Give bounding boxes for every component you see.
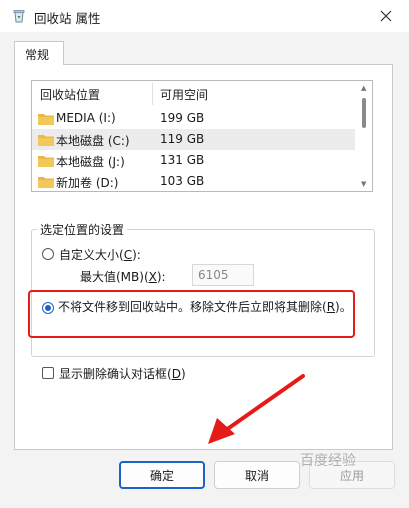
vertical-scrollbar[interactable]: [362, 98, 366, 128]
close-button[interactable]: [366, 2, 406, 30]
drive-name: MEDIA (I:): [56, 111, 116, 125]
recycle-bin-icon: [12, 9, 26, 23]
close-icon: [380, 10, 392, 22]
list-item[interactable]: 本地磁盘 (J:) 131 GB: [32, 150, 355, 171]
folder-icon: [38, 114, 54, 125]
drive-space: 119 GB: [160, 132, 205, 146]
folder-icon: [38, 135, 54, 146]
ok-button[interactable]: 确定: [119, 461, 205, 489]
window-title: 回收站 属性: [34, 11, 101, 26]
recycle-location-list[interactable]: 回收站位置 可用空间 MEDIA (I:) 199 GB 本地磁盘 (C:) 1…: [31, 80, 373, 192]
column-header-space[interactable]: 可用空间: [160, 81, 208, 108]
folder-icon: [38, 156, 54, 167]
custom-size-label[interactable]: 自定义大小(C):: [59, 246, 141, 263]
cancel-button[interactable]: 取消: [214, 461, 300, 489]
column-header-location[interactable]: 回收站位置: [40, 81, 100, 108]
tab-general[interactable]: 常规: [14, 41, 64, 65]
drive-name: 本地磁盘 (J:): [56, 155, 125, 169]
list-item[interactable]: MEDIA (I:) 199 GB: [32, 108, 355, 129]
max-size-label: 最大值(MB)(X):: [80, 270, 166, 284]
list-item[interactable]: 新加卷 (D:) 103 GB: [32, 171, 355, 191]
annotation-highlight-box: [28, 290, 355, 338]
settings-group-label: 选定位置的设置: [37, 221, 128, 238]
confirm-delete-label[interactable]: 显示删除确认对话框(D): [59, 365, 186, 382]
confirm-delete-checkbox[interactable]: [42, 367, 54, 379]
custom-size-radio[interactable]: [42, 248, 54, 260]
drive-space: 199 GB: [160, 111, 205, 125]
max-size-input[interactable]: 6105: [192, 264, 254, 286]
drive-name: 新加卷 (D:): [56, 176, 119, 190]
drive-name: 本地磁盘 (C:): [56, 134, 130, 148]
scroll-up-icon[interactable]: ▲: [361, 84, 366, 92]
annotation-arrow-icon: [208, 374, 305, 444]
drive-space: 103 GB: [160, 174, 205, 188]
folder-icon: [38, 177, 54, 188]
list-item[interactable]: 本地磁盘 (C:) 119 GB: [32, 129, 355, 150]
scroll-down-icon[interactable]: ▼: [361, 180, 366, 188]
drive-space: 131 GB: [160, 153, 205, 167]
column-divider: [152, 83, 153, 105]
watermark: 百度经验: [300, 453, 356, 469]
